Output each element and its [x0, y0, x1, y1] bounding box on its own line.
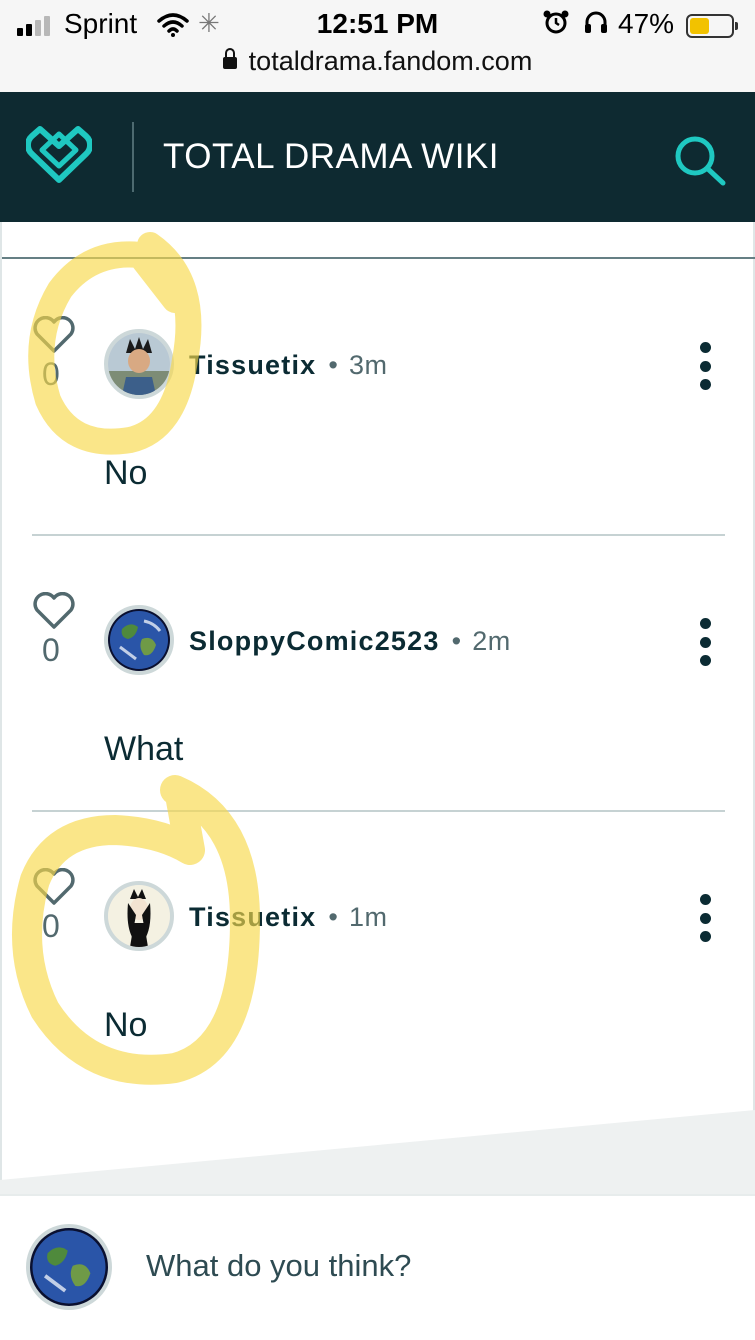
- address-bar[interactable]: totaldrama.fandom.com: [0, 46, 755, 77]
- like-count: 0: [42, 908, 60, 944]
- reply-item: 0 Tissuetix • 3m No: [2, 222, 755, 536]
- reply-timestamp: 3m: [349, 350, 388, 380]
- reply-timestamp: 2m: [472, 626, 511, 656]
- reply-item: 0 SloppyComic2523 • 2m What: [2, 498, 755, 812]
- reply-thread: 0 Tissuetix • 3m No 0 SloppyComic2523 • …: [0, 222, 755, 1192]
- heart-icon[interactable]: [32, 315, 76, 354]
- more-options-icon[interactable]: [697, 342, 713, 390]
- reply-body: No: [104, 454, 148, 492]
- headphones-icon: [583, 9, 609, 42]
- alarm-icon: [543, 9, 569, 42]
- like-count: 0: [42, 356, 60, 392]
- avatar[interactable]: [104, 605, 174, 675]
- reply-input[interactable]: What do you think?: [146, 1248, 411, 1284]
- reply-timestamp: 1m: [349, 902, 388, 932]
- more-options-icon[interactable]: [697, 618, 713, 666]
- fandom-heart-logo-icon[interactable]: [24, 124, 94, 189]
- lock-icon: [222, 48, 237, 69]
- thread-bottom-edge: [0, 1110, 755, 1195]
- reply-username[interactable]: Tissuetix • 1m: [189, 902, 388, 933]
- url-text: totaldrama.fandom.com: [248, 46, 533, 76]
- reply-body: What: [104, 730, 184, 768]
- avatar[interactable]: [104, 329, 174, 399]
- more-options-icon[interactable]: [697, 894, 713, 942]
- reply-item: 0 Tissuetix • 1m No: [2, 774, 755, 1050]
- reply-composer: What do you think?: [0, 1194, 755, 1340]
- status-bar: Sprint ✳ 12:51 PM 47% totaldrama.fandom.…: [0, 0, 755, 92]
- wiki-title[interactable]: TOTAL DRAMA WIKI: [163, 137, 499, 177]
- heart-icon[interactable]: [32, 591, 76, 630]
- avatar[interactable]: [104, 881, 174, 951]
- reply-username[interactable]: Tissuetix • 3m: [189, 350, 388, 381]
- battery-percent: 47%: [618, 8, 675, 39]
- site-header: TOTAL DRAMA WIKI: [0, 92, 755, 222]
- avatar: [26, 1224, 112, 1310]
- header-divider: [132, 122, 134, 192]
- like-count: 0: [42, 632, 60, 668]
- search-icon[interactable]: [673, 134, 729, 191]
- heart-icon[interactable]: [32, 867, 76, 906]
- battery-icon: [686, 14, 738, 38]
- reply-username[interactable]: SloppyComic2523 • 2m: [189, 626, 511, 657]
- reply-body: No: [104, 1006, 148, 1044]
